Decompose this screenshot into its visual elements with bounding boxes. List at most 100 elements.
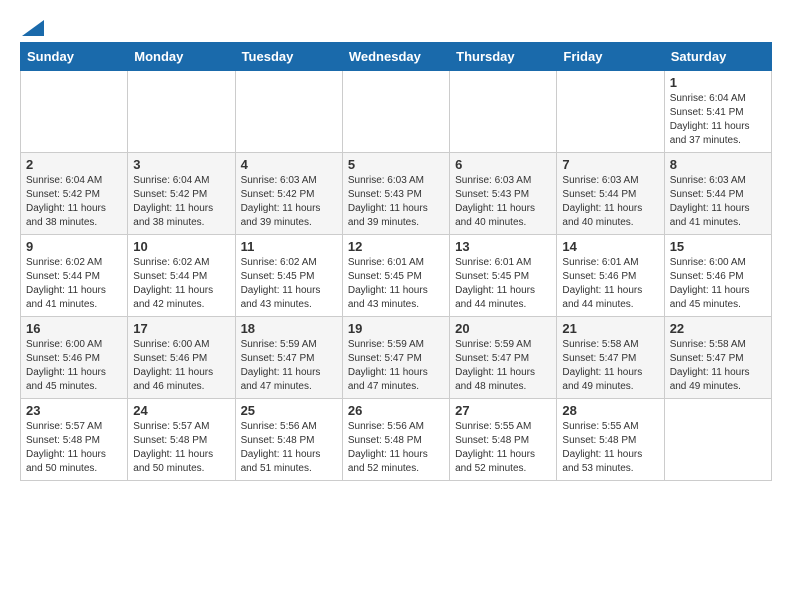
day-sun-info: Sunrise: 6:01 AM Sunset: 5:45 PM Dayligh… (455, 256, 551, 312)
day-sun-info: Sunrise: 6:03 AM Sunset: 5:44 PM Dayligh… (670, 174, 766, 230)
calendar-day-cell: 25 Sunrise: 5:56 AM Sunset: 5:48 PM Dayli… (235, 399, 342, 481)
day-number: 6 (455, 157, 551, 172)
calendar-day-cell: 26 Sunrise: 5:56 AM Sunset: 5:48 PM Dayli… (342, 399, 449, 481)
day-number: 1 (670, 75, 766, 90)
day-number: 17 (133, 321, 229, 336)
calendar-day-cell (450, 71, 557, 153)
logo-icon (22, 20, 44, 36)
day-sun-info: Sunrise: 6:04 AM Sunset: 5:42 PM Dayligh… (26, 174, 122, 230)
calendar-day-cell: 11 Sunrise: 6:02 AM Sunset: 5:45 PM Dayli… (235, 235, 342, 317)
calendar-day-cell (342, 71, 449, 153)
day-sun-info: Sunrise: 5:59 AM Sunset: 5:47 PM Dayligh… (348, 338, 444, 394)
day-of-week-header: Thursday (450, 43, 557, 71)
calendar-day-cell: 19 Sunrise: 5:59 AM Sunset: 5:47 PM Dayli… (342, 317, 449, 399)
day-sun-info: Sunrise: 5:56 AM Sunset: 5:48 PM Dayligh… (348, 420, 444, 476)
day-number: 12 (348, 239, 444, 254)
day-sun-info: Sunrise: 6:00 AM Sunset: 5:46 PM Dayligh… (133, 338, 229, 394)
calendar-day-cell: 16Sunrise: 6:00 AM Sunset: 5:46 PM Dayli… (21, 317, 128, 399)
calendar-day-cell: 28Sunrise: 5:55 AM Sunset: 5:48 PM Dayli… (557, 399, 664, 481)
day-sun-info: Sunrise: 5:59 AM Sunset: 5:47 PM Dayligh… (241, 338, 337, 394)
calendar-day-cell: 3 Sunrise: 6:04 AM Sunset: 5:42 PM Daylig… (128, 153, 235, 235)
logo (20, 20, 44, 32)
calendar-day-cell: 24 Sunrise: 5:57 AM Sunset: 5:48 PM Dayli… (128, 399, 235, 481)
calendar-day-cell: 17 Sunrise: 6:00 AM Sunset: 5:46 PM Dayli… (128, 317, 235, 399)
day-number: 5 (348, 157, 444, 172)
calendar-day-cell: 10 Sunrise: 6:02 AM Sunset: 5:44 PM Dayli… (128, 235, 235, 317)
day-number: 2 (26, 157, 122, 172)
day-sun-info: Sunrise: 6:03 AM Sunset: 5:42 PM Dayligh… (241, 174, 337, 230)
day-of-week-header: Monday (128, 43, 235, 71)
day-number: 9 (26, 239, 122, 254)
calendar-day-cell: 8Sunrise: 6:03 AM Sunset: 5:44 PM Daylig… (664, 153, 771, 235)
calendar-day-cell: 15 Sunrise: 6:00 AM Sunset: 5:46 PM Dayli… (664, 235, 771, 317)
day-sun-info: Sunrise: 5:57 AM Sunset: 5:48 PM Dayligh… (133, 420, 229, 476)
calendar-week-row: 9 Sunrise: 6:02 AM Sunset: 5:44 PM Daylig… (21, 235, 772, 317)
calendar-day-cell (21, 71, 128, 153)
day-sun-info: Sunrise: 6:04 AM Sunset: 5:41 PM Dayligh… (670, 92, 766, 148)
day-sun-info: Sunrise: 6:02 AM Sunset: 5:44 PM Dayligh… (133, 256, 229, 312)
day-of-week-header: Wednesday (342, 43, 449, 71)
calendar-day-cell (557, 71, 664, 153)
calendar-day-cell: 9 Sunrise: 6:02 AM Sunset: 5:44 PM Daylig… (21, 235, 128, 317)
calendar-week-row: 2 Sunrise: 6:04 AM Sunset: 5:42 PM Daylig… (21, 153, 772, 235)
day-sun-info: Sunrise: 6:02 AM Sunset: 5:44 PM Dayligh… (26, 256, 122, 312)
calendar-week-row: 16Sunrise: 6:00 AM Sunset: 5:46 PM Dayli… (21, 317, 772, 399)
day-number: 23 (26, 403, 122, 418)
day-number: 11 (241, 239, 337, 254)
day-number: 3 (133, 157, 229, 172)
day-number: 14 (562, 239, 658, 254)
calendar-day-cell: 4 Sunrise: 6:03 AM Sunset: 5:42 PM Daylig… (235, 153, 342, 235)
calendar-day-cell (235, 71, 342, 153)
day-number: 4 (241, 157, 337, 172)
day-number: 25 (241, 403, 337, 418)
day-sun-info: Sunrise: 5:57 AM Sunset: 5:48 PM Dayligh… (26, 420, 122, 476)
day-number: 26 (348, 403, 444, 418)
day-number: 13 (455, 239, 551, 254)
day-number: 20 (455, 321, 551, 336)
day-sun-info: Sunrise: 6:03 AM Sunset: 5:43 PM Dayligh… (455, 174, 551, 230)
day-number: 10 (133, 239, 229, 254)
day-number: 24 (133, 403, 229, 418)
day-number: 22 (670, 321, 766, 336)
day-sun-info: Sunrise: 6:04 AM Sunset: 5:42 PM Dayligh… (133, 174, 229, 230)
day-number: 15 (670, 239, 766, 254)
day-sun-info: Sunrise: 6:01 AM Sunset: 5:45 PM Dayligh… (348, 256, 444, 312)
calendar-table: SundayMondayTuesdayWednesdayThursdayFrid… (20, 42, 772, 481)
day-sun-info: Sunrise: 6:00 AM Sunset: 5:46 PM Dayligh… (670, 256, 766, 312)
day-of-week-header: Tuesday (235, 43, 342, 71)
calendar-day-cell: 20 Sunrise: 5:59 AM Sunset: 5:47 PM Dayli… (450, 317, 557, 399)
calendar-day-cell: 27 Sunrise: 5:55 AM Sunset: 5:48 PM Dayli… (450, 399, 557, 481)
day-sun-info: Sunrise: 6:03 AM Sunset: 5:43 PM Dayligh… (348, 174, 444, 230)
calendar-week-row: 23 Sunrise: 5:57 AM Sunset: 5:48 PM Dayli… (21, 399, 772, 481)
day-number: 19 (348, 321, 444, 336)
day-of-week-header: Saturday (664, 43, 771, 71)
day-sun-info: Sunrise: 5:56 AM Sunset: 5:48 PM Dayligh… (241, 420, 337, 476)
day-sun-info: Sunrise: 5:58 AM Sunset: 5:47 PM Dayligh… (670, 338, 766, 394)
day-number: 27 (455, 403, 551, 418)
page-header (20, 20, 772, 32)
day-of-week-header: Sunday (21, 43, 128, 71)
day-sun-info: Sunrise: 6:03 AM Sunset: 5:44 PM Dayligh… (562, 174, 658, 230)
day-sun-info: Sunrise: 6:00 AM Sunset: 5:46 PM Dayligh… (26, 338, 122, 394)
day-sun-info: Sunrise: 5:59 AM Sunset: 5:47 PM Dayligh… (455, 338, 551, 394)
day-sun-info: Sunrise: 6:01 AM Sunset: 5:46 PM Dayligh… (562, 256, 658, 312)
calendar-day-cell: 2 Sunrise: 6:04 AM Sunset: 5:42 PM Daylig… (21, 153, 128, 235)
day-sun-info: Sunrise: 6:02 AM Sunset: 5:45 PM Dayligh… (241, 256, 337, 312)
calendar-day-cell: 13 Sunrise: 6:01 AM Sunset: 5:45 PM Dayli… (450, 235, 557, 317)
calendar-day-cell: 7 Sunrise: 6:03 AM Sunset: 5:44 PM Daylig… (557, 153, 664, 235)
calendar-day-cell: 12 Sunrise: 6:01 AM Sunset: 5:45 PM Dayli… (342, 235, 449, 317)
day-sun-info: Sunrise: 5:55 AM Sunset: 5:48 PM Dayligh… (562, 420, 658, 476)
calendar-week-row: 1 Sunrise: 6:04 AM Sunset: 5:41 PM Daylig… (21, 71, 772, 153)
day-number: 18 (241, 321, 337, 336)
day-number: 21 (562, 321, 658, 336)
calendar-day-cell: 5 Sunrise: 6:03 AM Sunset: 5:43 PM Daylig… (342, 153, 449, 235)
calendar-day-cell: 1 Sunrise: 6:04 AM Sunset: 5:41 PM Daylig… (664, 71, 771, 153)
calendar-header-row: SundayMondayTuesdayWednesdayThursdayFrid… (21, 43, 772, 71)
day-sun-info: Sunrise: 5:58 AM Sunset: 5:47 PM Dayligh… (562, 338, 658, 394)
day-sun-info: Sunrise: 5:55 AM Sunset: 5:48 PM Dayligh… (455, 420, 551, 476)
calendar-day-cell (128, 71, 235, 153)
day-of-week-header: Friday (557, 43, 664, 71)
day-number: 7 (562, 157, 658, 172)
calendar-day-cell: 6 Sunrise: 6:03 AM Sunset: 5:43 PM Daylig… (450, 153, 557, 235)
calendar-day-cell: 22 Sunrise: 5:58 AM Sunset: 5:47 PM Dayli… (664, 317, 771, 399)
